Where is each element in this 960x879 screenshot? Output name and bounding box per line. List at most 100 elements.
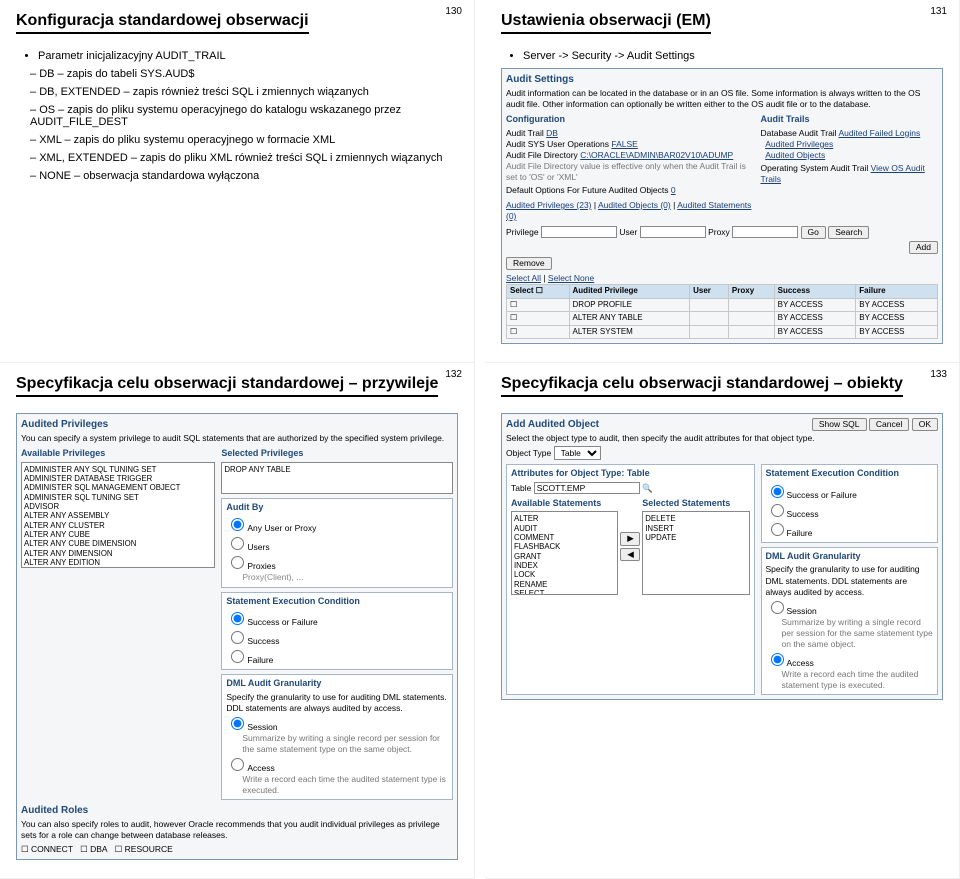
available-statements-list[interactable]: ALTER AUDIT COMMENT FLASHBACK GRANT INDE… [511,511,618,595]
radio-access[interactable] [771,653,784,666]
shot-intro: You can specify a system privilege to au… [21,433,453,444]
link-audited-privileges[interactable]: Audited Privileges [765,139,833,149]
list-item[interactable]: ALTER ANY ASSEMBLY [24,511,212,520]
list-item[interactable]: ALTER [514,514,615,523]
go-button[interactable]: Go [801,226,826,239]
radio-success-or-failure[interactable] [231,612,244,625]
table-row: DROP PROFILEBY ACCESSBY ACCESS [507,298,938,311]
list-item[interactable]: ADMINISTER ANY SQL TUNING SET [24,465,212,474]
role-dba[interactable] [80,844,90,854]
radio-session[interactable] [771,601,784,614]
add-button[interactable]: Add [909,241,938,254]
role-resource[interactable] [115,844,125,854]
shot-heading: Audit Settings [506,73,938,86]
list-item[interactable]: FLASHBACK [514,542,615,551]
list-item[interactable]: ALTER ANY CUBE DIMENSION [24,539,212,548]
slide-title: Specyfikacja celu obserwacji standardowe… [501,375,903,397]
list-item[interactable]: INSERT [645,524,746,533]
list-item[interactable]: ALTER ANY CLUSTER [24,521,212,530]
session-desc: Summarize by writing a single record per… [242,733,448,755]
list-item[interactable]: ADVISOR [24,502,212,511]
slide-title: Specyfikacja celu obserwacji standardowe… [16,375,438,397]
move-left-icon[interactable]: ◀ [620,548,640,561]
list-item[interactable]: DROP ANY TABLE [224,465,450,474]
list-item[interactable]: DELETE [645,514,746,523]
selected-statements-list[interactable]: DELETE INSERT UPDATE [642,511,749,595]
slide-132: 132 Specyfikacja celu obserwacji standar… [0,363,475,879]
row-checkbox[interactable] [507,298,570,311]
th-select[interactable]: Select ☐ [507,285,570,298]
radio-session[interactable] [231,717,244,730]
filter-proxy-input[interactable] [732,226,798,238]
list-item[interactable]: ADMINISTER SQL MANAGEMENT OBJECT [24,483,212,492]
list-item[interactable]: LOCK [514,570,615,579]
role-connect[interactable] [21,844,31,854]
radio-success[interactable] [231,631,244,644]
show-sql-button[interactable]: Show SQL [812,418,867,431]
radio-proxies[interactable] [231,556,244,569]
link-audited-objects[interactable]: Audited Objects [765,150,825,160]
list-item[interactable]: ALTER ANY CUBE [24,530,212,539]
select-all-link[interactable]: Select All [506,273,541,283]
list-item[interactable]: ALTER ANY EDITION [24,558,212,567]
shot-intro: Select the object type to audit, then sp… [506,433,938,444]
list-item[interactable]: RENAME [514,580,615,589]
tab-audited-privileges[interactable]: Audited Privileges (23) [506,200,592,210]
default-opts-value[interactable]: 0 [671,185,676,195]
shot-intro: Audit information can be located in the … [506,88,938,110]
audit-dir-value[interactable]: C:\ORACLE\ADMIN\BAR02V10\ADUMP [580,150,733,160]
proxy-hint: Proxy(Client), ... [242,572,448,583]
config-heading: Configuration [506,114,755,126]
remove-button[interactable]: Remove [506,257,552,270]
link-failed-logins[interactable]: Audited Failed Logins [838,128,920,138]
list-item[interactable]: ALTER ANY DIMENSION [24,549,212,558]
attrs-heading: Attributes for Object Type: Table [511,468,750,480]
audit-sys-value[interactable]: FALSE [611,139,637,149]
em-add-audited-object-screenshot: Add Audited Object Show SQL Cancel OK Se… [501,413,943,700]
os-audit-trail-label: Operating System Audit Trail [761,163,869,173]
radio-success-or-failure[interactable] [771,485,784,498]
gran-intro: Specify the granularity to use for audit… [766,564,934,597]
audit-trail-value[interactable]: DB [546,128,558,138]
row-checkbox[interactable] [507,312,570,325]
ok-button[interactable]: OK [912,418,938,431]
th-failure: Failure [856,285,938,298]
radio-success[interactable] [771,504,784,517]
flashlight-icon[interactable]: 🔍 [642,483,653,493]
em-audited-privileges-screenshot: Audited Privileges You can specify a sys… [16,413,458,860]
radio-access[interactable] [231,758,244,771]
audit-trails-heading: Audit Trails [761,114,939,126]
row-checkbox[interactable] [507,325,570,338]
list-item[interactable]: SELECT [514,589,615,595]
list-item[interactable]: UPDATE [645,533,746,542]
list-item[interactable]: GRANT [514,552,615,561]
radio-any-user[interactable] [231,518,244,531]
audit-sys-label: Audit SYS User Operations [506,139,609,149]
table-input[interactable] [534,482,640,494]
list-item[interactable]: INDEX [514,561,615,570]
list-item[interactable]: AUDIT [514,524,615,533]
audited-roles-text: You can also specify roles to audit, how… [21,819,453,841]
available-privileges-list[interactable]: ADMINISTER ANY SQL TUNING SET ADMINISTER… [21,462,215,568]
breadcrumb: Server -> Security -> Audit Settings [523,50,943,62]
object-type-select[interactable]: Table [554,446,601,460]
list-item[interactable]: ADMINISTER DATABASE TRIGGER [24,474,212,483]
select-none-link[interactable]: Select None [548,273,594,283]
radio-users[interactable] [231,537,244,550]
radio-failure[interactable] [771,523,784,536]
list-item[interactable]: ADMINISTER SQL TUNING SET [24,493,212,502]
page-number: 132 [445,369,462,380]
filter-privilege-input[interactable] [541,226,617,238]
list-item[interactable]: COMMENT [514,533,615,542]
filter-proxy-label: Proxy [708,227,730,237]
sub-xml-extended: XML, EXTENDED – zapis do pliku XML równi… [30,152,458,164]
cancel-button[interactable]: Cancel [869,418,909,431]
tab-audited-objects[interactable]: Audited Objects (0) [598,200,671,210]
selected-privileges-list[interactable]: DROP ANY TABLE [221,462,453,494]
move-right-icon[interactable]: ▶ [620,532,640,545]
gran-heading: DML Audit Granularity [226,678,448,690]
radio-failure[interactable] [231,650,244,663]
search-button[interactable]: Search [828,226,869,239]
sub-none: NONE – obserwacja standardowa wyłączona [30,170,458,182]
filter-user-input[interactable] [640,226,706,238]
